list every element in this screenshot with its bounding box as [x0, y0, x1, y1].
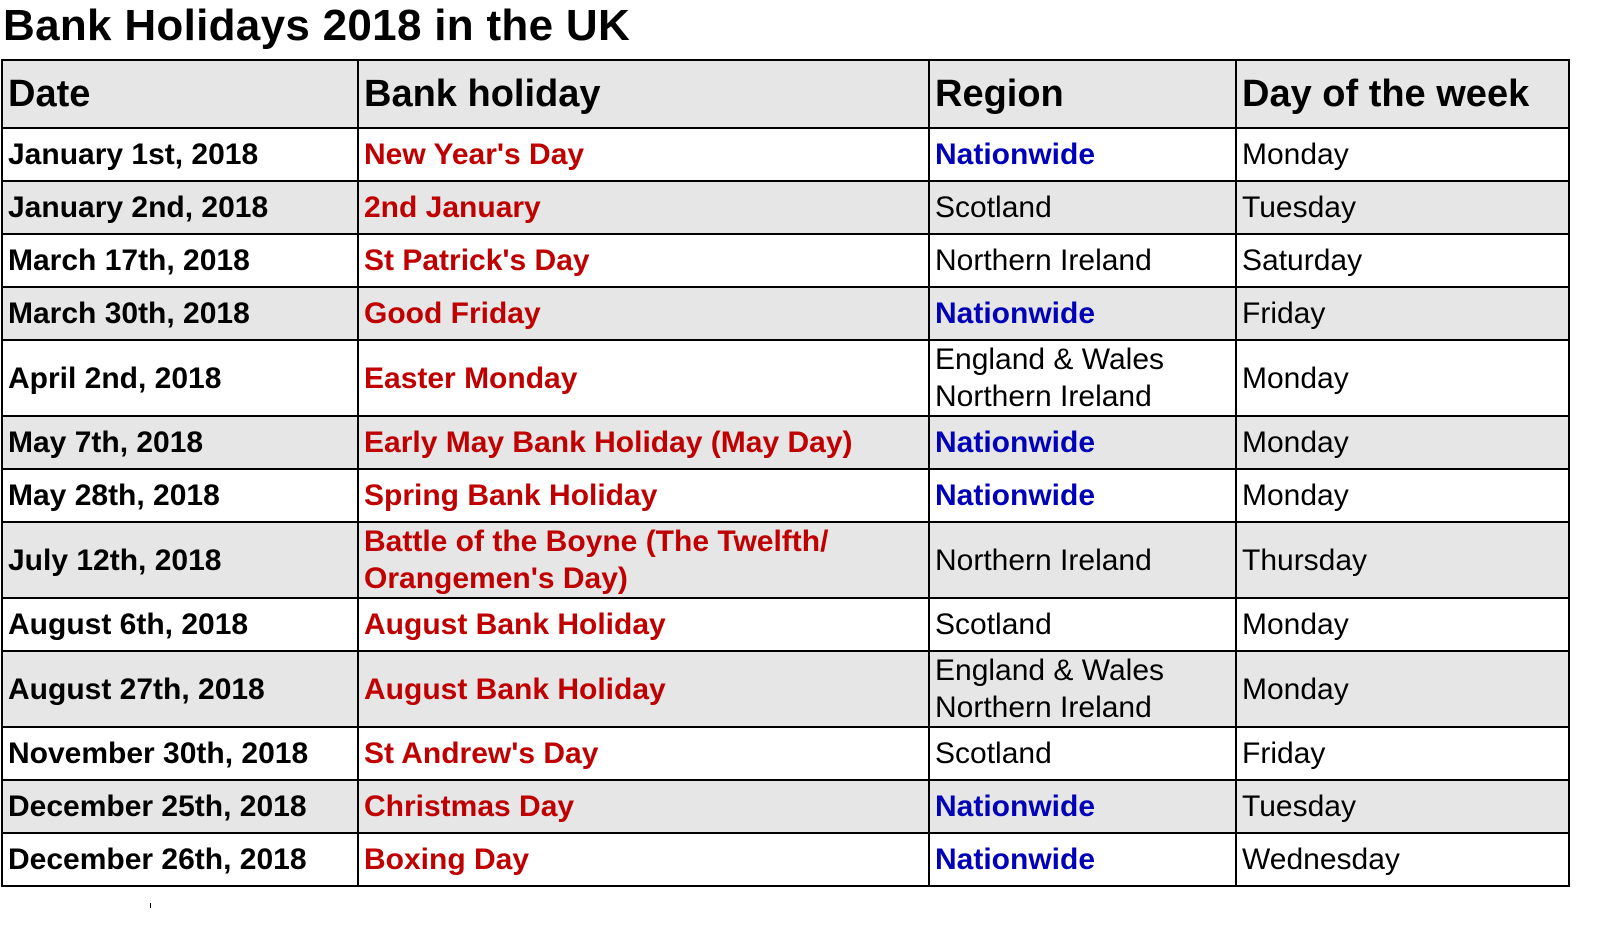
- day-of-week-cell: Thursday: [1235, 521, 1570, 599]
- holiday-name-cell: Christmas Day: [357, 779, 930, 834]
- holiday-name-cell: Spring Bank Holiday: [357, 468, 930, 523]
- holiday-name-cell: St Andrew's Day: [357, 726, 930, 781]
- day-of-week-cell: Tuesday: [1235, 180, 1570, 235]
- date-cell: August 27th, 2018: [1, 650, 359, 728]
- day-of-week-cell: Friday: [1235, 726, 1570, 781]
- holiday-name-cell: Early May Bank Holiday (May Day): [357, 415, 930, 470]
- region-cell: Nationwide: [928, 779, 1237, 834]
- holiday-name-cell: Battle of the Boyne (The Twelfth/ Orange…: [357, 521, 930, 599]
- region-cell: Northern Ireland: [928, 233, 1237, 288]
- day-of-week-cell: Monday: [1235, 415, 1570, 470]
- date-cell: December 26th, 2018: [1, 832, 359, 887]
- holiday-name-cell: Boxing Day: [357, 832, 930, 887]
- day-of-week-cell: Saturday: [1235, 233, 1570, 288]
- table-row: April 2nd, 2018 Easter Monday England & Wa…: [1, 339, 1570, 417]
- region-line: Northern Ireland: [935, 244, 1152, 277]
- table-row: May 7th, 2018 Early May Bank Holiday (May…: [1, 415, 1570, 470]
- region-line: Scotland: [935, 191, 1052, 224]
- day-of-week-cell: Monday: [1235, 127, 1570, 182]
- header-bank-holiday: Bank holiday: [357, 59, 930, 129]
- region-line: Nationwide: [935, 790, 1096, 823]
- date-cell: January 2nd, 2018: [1, 180, 359, 235]
- page-title: Bank Holidays 2018 in the UK: [3, 1, 631, 50]
- date-cell: July 12th, 2018: [1, 521, 359, 599]
- region-line: Northern Ireland: [935, 691, 1152, 724]
- table-row: December 25th, 2018 Christmas Day Nationwi…: [1, 779, 1570, 834]
- region-cell: Nationwide: [928, 127, 1237, 182]
- region-cell: Nationwide: [928, 832, 1237, 887]
- region-cell: Nationwide: [928, 468, 1237, 523]
- holiday-name-cell: August Bank Holiday: [357, 597, 930, 652]
- holiday-name-cell: August Bank Holiday: [357, 650, 930, 728]
- holiday-name-cell: New Year's Day: [357, 127, 930, 182]
- region-line: Nationwide: [935, 843, 1096, 876]
- region-line: England & Wales: [935, 343, 1165, 376]
- day-of-week-cell: Tuesday: [1235, 779, 1570, 834]
- day-of-week-cell: Friday: [1235, 286, 1570, 341]
- region-cell: Scotland: [928, 726, 1237, 781]
- header-day-of-week: Day of the week: [1235, 59, 1570, 129]
- header-date: Date: [1, 59, 359, 129]
- region-cell: England & Wales Northern Ireland: [928, 650, 1237, 728]
- date-cell: May 28th, 2018: [1, 468, 359, 523]
- day-of-week-cell: Monday: [1235, 339, 1570, 417]
- holiday-name-cell: Good Friday: [357, 286, 930, 341]
- day-of-week-cell: Monday: [1235, 597, 1570, 652]
- table-row: March 30th, 2018 Good Friday Nationwide Fri…: [1, 286, 1570, 341]
- region-line: Nationwide: [935, 297, 1096, 330]
- table-row: November 30th, 2018 St Andrew's Day Scotla…: [1, 726, 1570, 781]
- table-header-row: Date Bank holiday Region Day of the week: [1, 59, 1570, 129]
- table-row: January 2nd, 2018 2nd January Scotland Tues…: [1, 180, 1570, 235]
- region-line: Scotland: [935, 608, 1052, 641]
- region-line: Nationwide: [935, 138, 1096, 171]
- date-cell: January 1st, 2018: [1, 127, 359, 182]
- table-row: August 6th, 2018 August Bank Holiday Scotl…: [1, 597, 1570, 652]
- date-cell: April 2nd, 2018: [1, 339, 359, 417]
- holiday-name-cell: Easter Monday: [357, 339, 930, 417]
- day-of-week-cell: Monday: [1235, 650, 1570, 728]
- table-row: July 12th, 2018 Battle of the Boyne (The …: [1, 521, 1570, 599]
- date-cell: March 17th, 2018: [1, 233, 359, 288]
- region-line: Nationwide: [935, 426, 1096, 459]
- day-of-week-cell: Monday: [1235, 468, 1570, 523]
- stray-mark: [150, 903, 151, 908]
- region-line: Scotland: [935, 737, 1052, 770]
- table-row: August 27th, 2018 August Bank Holiday Engl…: [1, 650, 1570, 728]
- holiday-name-cell: 2nd January: [357, 180, 930, 235]
- region-cell: Scotland: [928, 597, 1237, 652]
- region-cell: England & Wales Northern Ireland: [928, 339, 1237, 417]
- region-cell: Nationwide: [928, 286, 1237, 341]
- table-row: December 26th, 2018 Boxing Day Nationwide W…: [1, 832, 1570, 887]
- region-cell: Nationwide: [928, 415, 1237, 470]
- date-cell: May 7th, 2018: [1, 415, 359, 470]
- table-row: January 1st, 2018 New Year's Day Nationwid…: [1, 127, 1570, 182]
- bank-holidays-table: Date Bank holiday Region Day of the week…: [1, 59, 1570, 887]
- region-cell: Scotland: [928, 180, 1237, 235]
- region-line: Northern Ireland: [935, 543, 1152, 577]
- date-cell: December 25th, 2018: [1, 779, 359, 834]
- table-row: March 17th, 2018 St Patrick's Day Northern…: [1, 233, 1570, 288]
- header-region: Region: [928, 59, 1237, 129]
- region-cell: Northern Ireland: [928, 521, 1237, 599]
- date-cell: March 30th, 2018: [1, 286, 359, 341]
- date-cell: August 6th, 2018: [1, 597, 359, 652]
- date-cell: November 30th, 2018: [1, 726, 359, 781]
- table-row: May 28th, 2018 Spring Bank Holiday Nationw…: [1, 468, 1570, 523]
- region-line: England & Wales: [935, 654, 1165, 687]
- region-line: Nationwide: [935, 479, 1096, 512]
- region-line: Northern Ireland: [935, 380, 1152, 413]
- holiday-name-cell: St Patrick's Day: [357, 233, 930, 288]
- day-of-week-cell: Wednesday: [1235, 832, 1570, 887]
